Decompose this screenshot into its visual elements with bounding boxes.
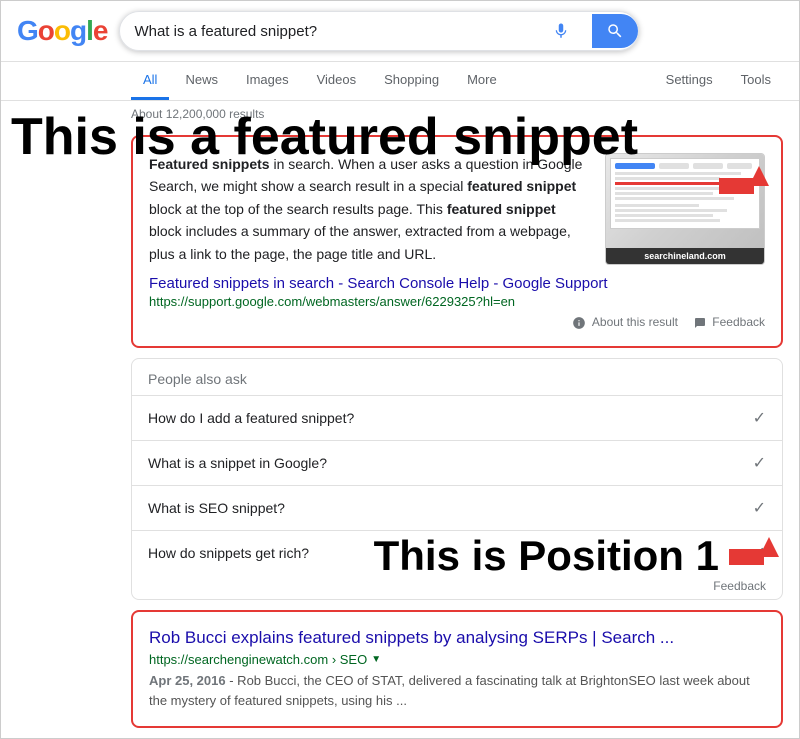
tab-all[interactable]: All <box>131 62 169 100</box>
header: Google <box>1 1 799 62</box>
snippet-footer: About this result Feedback <box>149 315 765 330</box>
result-dropdown-icon[interactable]: ▼ <box>371 654 381 665</box>
snippet-image-label: searchineland.com <box>606 248 764 264</box>
tab-more[interactable]: More <box>455 62 509 100</box>
google-logo: Google <box>17 15 107 47</box>
chevron-down-icon-2: ✓ <box>753 453 766 473</box>
main-content: This is a featured snippet About 12,200,… <box>1 101 799 728</box>
featured-snippet-box: Featured snippets in search. When a user… <box>131 135 783 348</box>
feedback-link-featured[interactable]: Feedback <box>694 315 765 330</box>
tab-tools[interactable]: Tools <box>729 62 783 100</box>
tab-videos[interactable]: Videos <box>305 62 369 100</box>
result-title-link[interactable]: Rob Bucci explains featured snippets by … <box>149 626 765 650</box>
microphone-icon[interactable] <box>550 20 572 42</box>
position1-result-box: Rob Bucci explains featured snippets by … <box>131 610 783 728</box>
paa-item-2[interactable]: What is a snippet in Google? ✓ <box>132 440 782 485</box>
chevron-down-icon-1: ✓ <box>753 408 766 428</box>
snippet-content: Featured snippets in search. When a user… <box>149 153 765 265</box>
chevron-down-icon-4: ✓ <box>753 543 766 563</box>
paa-item-1[interactable]: How do I add a featured snippet? ✓ <box>132 395 782 440</box>
paa-title: People also ask <box>132 359 782 395</box>
paa-feedback-link[interactable]: Feedback <box>713 579 766 593</box>
results-count: About 12,200,000 results <box>1 101 799 125</box>
search-button[interactable] <box>592 14 638 48</box>
result-snippet-text: - Rob Bucci, the CEO of STAT, delivered … <box>149 673 750 709</box>
snippet-image: searchineland.com <box>605 153 765 265</box>
search-bar[interactable] <box>119 11 639 51</box>
tab-shopping[interactable]: Shopping <box>372 62 451 100</box>
paa-question-3: What is SEO snippet? <box>148 500 285 516</box>
paa-item-4[interactable]: How do snippets get rich? ✓ <box>132 530 782 575</box>
about-this-result[interactable]: About this result <box>572 315 678 330</box>
search-input[interactable] <box>134 23 550 40</box>
result-url-line: https://searchenginewatch.com › SEO ▼ <box>149 652 765 667</box>
snippet-link[interactable]: Featured snippets in search - Search Con… <box>149 275 765 292</box>
snippet-url: https://support.google.com/webmasters/an… <box>149 294 765 309</box>
paa-item-3[interactable]: What is SEO snippet? ✓ <box>132 485 782 530</box>
tab-news[interactable]: News <box>173 62 230 100</box>
result-snippet: Apr 25, 2016 - Rob Bucci, the CEO of STA… <box>149 671 765 713</box>
paa-question-4: How do snippets get rich? <box>148 545 309 561</box>
tab-images[interactable]: Images <box>234 62 301 100</box>
paa-feedback: Feedback <box>132 575 782 599</box>
tab-settings[interactable]: Settings <box>654 62 725 100</box>
paa-question-2: What is a snippet in Google? <box>148 455 327 471</box>
people-also-ask-section: People also ask How do I add a featured … <box>131 358 783 600</box>
snippet-text: Featured snippets in search. When a user… <box>149 153 589 265</box>
paa-question-1: How do I add a featured snippet? <box>148 410 354 426</box>
result-url: https://searchenginewatch.com › SEO <box>149 652 367 667</box>
nav-tabs: All News Images Videos Shopping More Set… <box>1 62 799 101</box>
chevron-down-icon-3: ✓ <box>753 498 766 518</box>
